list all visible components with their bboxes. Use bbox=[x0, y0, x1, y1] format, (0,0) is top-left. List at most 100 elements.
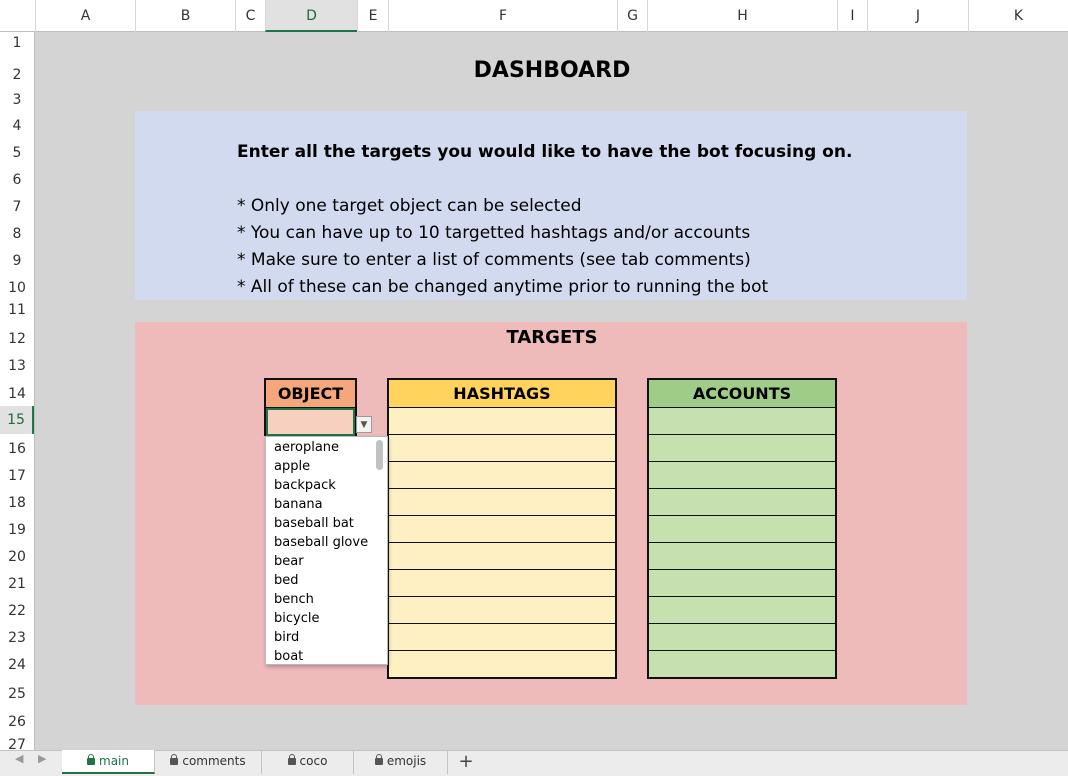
row-header[interactable]: 12 bbox=[0, 321, 34, 348]
hashtag-cell[interactable] bbox=[389, 516, 615, 543]
row-header[interactable]: 6 bbox=[0, 165, 34, 192]
dropdown-option[interactable]: baseball glove bbox=[274, 533, 368, 552]
account-cell[interactable] bbox=[649, 624, 835, 651]
dropdown-arrow-button[interactable]: ▼ bbox=[356, 416, 372, 433]
dropdown-option[interactable]: backpack bbox=[274, 476, 336, 495]
info-bullet: * You can have up to 10 targetted hashta… bbox=[237, 223, 751, 243]
hashtag-cell[interactable] bbox=[389, 597, 615, 624]
row-header[interactable]: 21 bbox=[0, 569, 34, 596]
hashtag-cell[interactable] bbox=[389, 462, 615, 489]
account-cell[interactable] bbox=[649, 435, 835, 462]
account-cell[interactable] bbox=[649, 543, 835, 570]
object-cell[interactable] bbox=[266, 408, 355, 436]
lock-icon bbox=[170, 754, 179, 765]
account-cell[interactable] bbox=[649, 516, 835, 543]
account-cell[interactable] bbox=[649, 408, 835, 435]
row-header[interactable]: 5 bbox=[0, 138, 34, 165]
prev-sheet-arrow-icon[interactable]: ◀ bbox=[15, 752, 23, 765]
row-header[interactable]: 18 bbox=[0, 488, 34, 515]
row-header[interactable]: 16 bbox=[0, 434, 34, 461]
sheet-tab-main[interactable]: main bbox=[62, 750, 155, 774]
hashtag-cell[interactable] bbox=[389, 651, 615, 678]
row-header[interactable]: 11 bbox=[0, 300, 34, 321]
column-header-k[interactable]: K bbox=[968, 0, 1068, 32]
dropdown-option[interactable]: boat bbox=[274, 647, 303, 664]
dropdown-option[interactable]: baseball bat bbox=[274, 514, 354, 533]
dropdown-option[interactable]: banana bbox=[274, 495, 323, 514]
accounts-header: ACCOUNTS bbox=[649, 380, 835, 408]
dropdown-option[interactable]: bed bbox=[274, 571, 299, 590]
row-header[interactable]: 2 bbox=[0, 54, 34, 90]
account-cell[interactable] bbox=[649, 570, 835, 597]
dropdown-scroll-thumb[interactable] bbox=[376, 440, 383, 470]
hashtags-table: HASHTAGS bbox=[387, 378, 617, 679]
sheet-tab-label: emojis bbox=[386, 754, 427, 768]
column-header-g[interactable]: G bbox=[617, 0, 647, 32]
dropdown-option[interactable]: bench bbox=[274, 590, 314, 609]
row-header[interactable]: 23 bbox=[0, 623, 34, 650]
hashtag-cell[interactable] bbox=[389, 435, 615, 462]
row-header[interactable]: 24 bbox=[0, 650, 34, 677]
hashtag-cell[interactable] bbox=[389, 408, 615, 435]
column-header-e[interactable]: E bbox=[357, 0, 388, 32]
dropdown-option[interactable]: bicycle bbox=[274, 609, 319, 628]
row-header-bar: 1 2 3 4 5 6 7 8 9 10 11 12 13 14 15 16 1… bbox=[0, 32, 35, 753]
column-header-h[interactable]: H bbox=[647, 0, 837, 32]
account-cell[interactable] bbox=[649, 597, 835, 624]
info-heading: Enter all the targets you would like to … bbox=[237, 142, 853, 162]
column-header-b[interactable]: B bbox=[135, 0, 235, 32]
hashtag-cell[interactable] bbox=[389, 570, 615, 597]
row-header[interactable]: 4 bbox=[0, 111, 34, 138]
info-bullet: * Only one target object can be selected bbox=[237, 196, 582, 216]
column-header-j[interactable]: J bbox=[867, 0, 968, 32]
column-header-f[interactable]: F bbox=[388, 0, 617, 32]
dropdown-option[interactable]: bear bbox=[274, 552, 304, 571]
hashtags-header: HASHTAGS bbox=[389, 380, 615, 408]
account-cell[interactable] bbox=[649, 651, 835, 678]
column-header-i[interactable]: I bbox=[837, 0, 867, 32]
hashtag-cell[interactable] bbox=[389, 489, 615, 516]
row-header[interactable]: 20 bbox=[0, 542, 34, 569]
row-header[interactable]: 14 bbox=[0, 375, 34, 402]
row-header[interactable]: 15 bbox=[0, 406, 34, 434]
sheet-tab-label: main bbox=[99, 754, 129, 768]
select-all-corner[interactable] bbox=[0, 0, 35, 32]
column-header-c[interactable]: C bbox=[235, 0, 265, 32]
dropdown-option[interactable]: apple bbox=[274, 457, 310, 476]
dropdown-option[interactable]: aeroplane bbox=[274, 438, 339, 457]
dropdown-scrollbar[interactable] bbox=[376, 438, 384, 662]
row-header[interactable]: 26 bbox=[0, 705, 34, 733]
sheet-tab-label: comments bbox=[182, 754, 246, 768]
account-cell[interactable] bbox=[649, 489, 835, 516]
column-header-d[interactable]: D bbox=[265, 0, 357, 32]
object-table: OBJECT bbox=[264, 378, 357, 436]
sheet-tab-comments[interactable]: comments bbox=[155, 750, 262, 774]
row-header[interactable]: 13 bbox=[0, 348, 34, 375]
hashtag-cell[interactable] bbox=[389, 543, 615, 570]
accounts-table: ACCOUNTS bbox=[647, 378, 837, 679]
row-header[interactable]: 27 bbox=[0, 733, 34, 753]
account-cell[interactable] bbox=[649, 462, 835, 489]
row-header[interactable]: 1 bbox=[0, 32, 34, 54]
row-header[interactable]: 25 bbox=[0, 677, 34, 705]
targets-title: TARGETS bbox=[506, 327, 598, 348]
row-header[interactable]: 3 bbox=[0, 90, 34, 111]
dropdown-option[interactable]: bird bbox=[274, 628, 299, 647]
dashboard-title: DASHBOARD bbox=[473, 58, 631, 83]
row-header[interactable]: 22 bbox=[0, 596, 34, 623]
row-header[interactable]: 7 bbox=[0, 192, 34, 219]
hashtag-cell[interactable] bbox=[389, 624, 615, 651]
lock-icon bbox=[374, 754, 383, 765]
object-dropdown-list: aeroplane apple backpack banana baseball… bbox=[265, 436, 388, 665]
row-header[interactable]: 9 bbox=[0, 246, 34, 273]
row-header[interactable]: 8 bbox=[0, 219, 34, 246]
sheet-tab-emojis[interactable]: emojis bbox=[354, 750, 448, 774]
column-header-bar: A B C D E F G H I J K bbox=[0, 0, 1068, 32]
row-header[interactable]: 10 bbox=[0, 273, 34, 300]
column-header-a[interactable]: A bbox=[35, 0, 135, 32]
next-sheet-arrow-icon[interactable]: ▶ bbox=[38, 752, 46, 765]
row-header[interactable]: 19 bbox=[0, 515, 34, 542]
add-sheet-plus-icon[interactable]: + bbox=[452, 750, 480, 774]
row-header[interactable]: 17 bbox=[0, 461, 34, 488]
sheet-tab-coco[interactable]: coco bbox=[262, 750, 354, 774]
